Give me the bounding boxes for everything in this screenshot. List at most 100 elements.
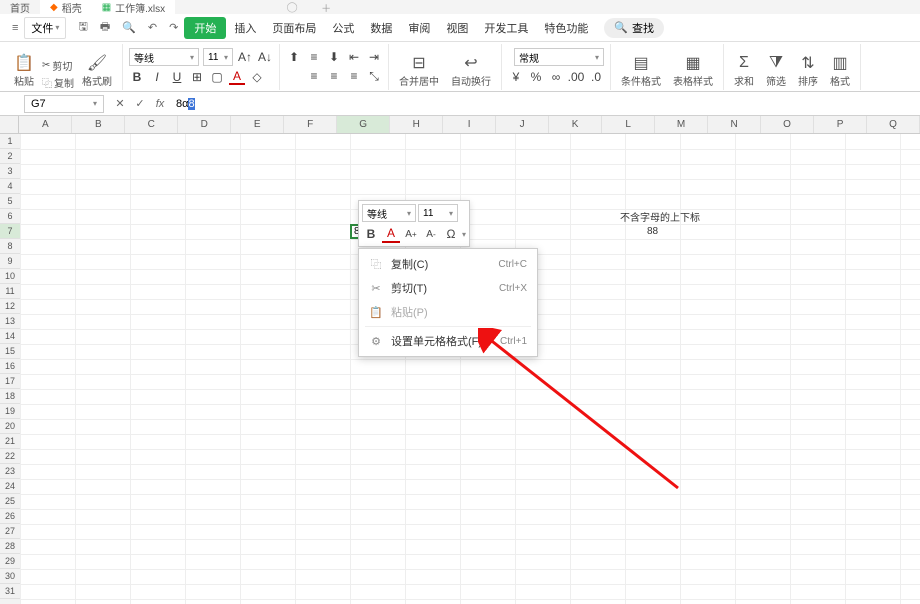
- sort-button[interactable]: ⇅ 排序: [794, 51, 822, 90]
- col-header-O[interactable]: O: [761, 116, 814, 133]
- search-box[interactable]: 🔍 查找: [604, 18, 664, 38]
- row-header-5[interactable]: 5: [0, 194, 20, 209]
- row-header-30[interactable]: 30: [0, 569, 20, 584]
- tab-view[interactable]: 视图: [438, 16, 476, 40]
- align-right-button[interactable]: ≡: [346, 68, 362, 84]
- tab-special[interactable]: 特色功能: [536, 16, 596, 40]
- select-all-corner[interactable]: [0, 116, 19, 133]
- row-header-1[interactable]: 1: [0, 134, 20, 149]
- row-header-21[interactable]: 21: [0, 434, 20, 449]
- fill-color-button[interactable]: ▢: [209, 69, 225, 85]
- row-header-25[interactable]: 25: [0, 494, 20, 509]
- increase-decimal-button[interactable]: .00: [568, 69, 584, 85]
- align-left-button[interactable]: ≡: [306, 68, 322, 84]
- fx-button[interactable]: fx: [150, 98, 170, 110]
- row-header-16[interactable]: 16: [0, 359, 20, 374]
- row-header-22[interactable]: 22: [0, 449, 20, 464]
- col-header-J[interactable]: J: [496, 116, 549, 133]
- col-header-A[interactable]: A: [19, 116, 72, 133]
- redo-icon[interactable]: ↷: [163, 19, 184, 36]
- row-header-2[interactable]: 2: [0, 149, 20, 164]
- row-header-8[interactable]: 8: [0, 239, 20, 254]
- cm-cut[interactable]: ✂ 剪切(T) Ctrl+X: [359, 276, 537, 300]
- tab-insert[interactable]: 插入: [226, 16, 264, 40]
- add-tab-button[interactable]: ＋: [319, 0, 333, 15]
- formula-input[interactable]: 8α8: [170, 98, 920, 110]
- tab-data[interactable]: 数据: [362, 16, 400, 40]
- row-header-6[interactable]: 6: [0, 209, 20, 224]
- col-header-E[interactable]: E: [231, 116, 284, 133]
- copy-button[interactable]: ⿻复制: [42, 75, 74, 90]
- mini-font-name[interactable]: 等线▾: [362, 204, 416, 222]
- cell-l7[interactable]: 88: [625, 224, 680, 239]
- tab-review[interactable]: 审阅: [400, 16, 438, 40]
- col-header-K[interactable]: K: [549, 116, 602, 133]
- tab-start[interactable]: 开始: [184, 17, 226, 39]
- borders-button[interactable]: ⊞: [189, 69, 205, 85]
- comma-button[interactable]: ∞: [548, 69, 564, 85]
- row-header-9[interactable]: 9: [0, 254, 20, 269]
- save-icon[interactable]: 🖫: [72, 16, 93, 39]
- row-header-31[interactable]: 31: [0, 584, 20, 599]
- mini-decrease-font-button[interactable]: A-: [422, 225, 440, 243]
- mini-omega-button[interactable]: Ω: [442, 225, 460, 243]
- row-header-18[interactable]: 18: [0, 389, 20, 404]
- align-center-button[interactable]: ≡: [326, 68, 342, 84]
- row-header-27[interactable]: 27: [0, 524, 20, 539]
- file-menu[interactable]: 文件 ▾: [24, 17, 66, 39]
- mini-font-size[interactable]: 11▾: [418, 204, 458, 222]
- row-header-15[interactable]: 15: [0, 344, 20, 359]
- italic-button[interactable]: I: [149, 69, 165, 85]
- highlight-button[interactable]: ◇: [249, 69, 265, 85]
- row-header-19[interactable]: 19: [0, 404, 20, 419]
- row-header-20[interactable]: 20: [0, 419, 20, 434]
- cut-button[interactable]: ✂剪切: [42, 58, 74, 73]
- cm-copy[interactable]: ⿻ 复制(C) Ctrl+C: [359, 252, 537, 276]
- tab-home[interactable]: 首页: [0, 0, 40, 14]
- mini-increase-font-button[interactable]: A+: [402, 225, 420, 243]
- confirm-edit-button[interactable]: ✓: [130, 97, 150, 110]
- row-header-13[interactable]: 13: [0, 314, 20, 329]
- filter-button[interactable]: ⧩ 筛选: [762, 51, 790, 90]
- print-icon[interactable]: 🖶: [94, 16, 116, 39]
- row-header-12[interactable]: 12: [0, 299, 20, 314]
- row-header-10[interactable]: 10: [0, 269, 20, 284]
- cm-format-cells[interactable]: ⚙ 设置单元格格式(F)... Ctrl+1: [359, 329, 537, 353]
- orientation-button[interactable]: ⤡: [366, 68, 382, 84]
- undo-icon[interactable]: ↶: [142, 19, 163, 36]
- row-header-17[interactable]: 17: [0, 374, 20, 389]
- col-header-D[interactable]: D: [178, 116, 231, 133]
- comment-icon[interactable]: ◯: [285, 2, 299, 13]
- col-header-F[interactable]: F: [284, 116, 337, 133]
- tab-daoke[interactable]: ◆稻壳: [40, 0, 92, 14]
- row-header-7[interactable]: 7: [0, 224, 20, 239]
- row-header-26[interactable]: 26: [0, 509, 20, 524]
- preview-icon[interactable]: 🔍: [116, 19, 142, 36]
- row-header-28[interactable]: 28: [0, 539, 20, 554]
- col-header-P[interactable]: P: [814, 116, 867, 133]
- increase-font-button[interactable]: A↑: [237, 49, 253, 65]
- font-name-select[interactable]: 等线▾: [129, 48, 199, 66]
- cell-l6[interactable]: 不含字母的上下标: [580, 209, 740, 224]
- underline-button[interactable]: U: [169, 69, 185, 85]
- align-middle-button[interactable]: ≡: [306, 49, 322, 65]
- number-format-select[interactable]: 常规▾: [514, 48, 604, 66]
- col-header-L[interactable]: L: [602, 116, 655, 133]
- col-header-G[interactable]: G: [337, 116, 390, 133]
- font-size-select[interactable]: 11▾: [203, 48, 233, 66]
- col-header-Q[interactable]: Q: [867, 116, 920, 133]
- row-header-11[interactable]: 11: [0, 284, 20, 299]
- mini-font-color-button[interactable]: A: [382, 225, 400, 243]
- tab-workbook[interactable]: ▦工作簿.xlsx: [92, 0, 175, 14]
- table-style-button[interactable]: ▦ 表格样式: [669, 51, 717, 90]
- indent-decrease-button[interactable]: ⇤: [346, 49, 362, 65]
- align-bottom-button[interactable]: ⬇: [326, 49, 342, 65]
- decrease-decimal-button[interactable]: .0: [588, 69, 604, 85]
- format-painter-button[interactable]: 🖌 格式刷: [78, 51, 116, 90]
- row-header-29[interactable]: 29: [0, 554, 20, 569]
- row-header-23[interactable]: 23: [0, 464, 20, 479]
- col-header-I[interactable]: I: [443, 116, 496, 133]
- col-header-H[interactable]: H: [390, 116, 443, 133]
- menu-icon[interactable]: ≡: [6, 20, 24, 36]
- sum-button[interactable]: Σ 求和: [730, 51, 758, 90]
